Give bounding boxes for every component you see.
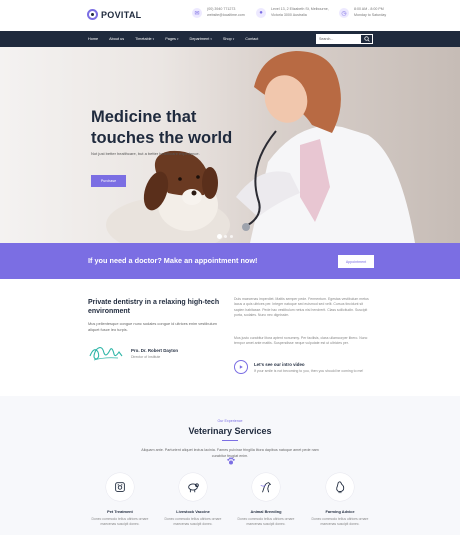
service-card-farming-advice[interactable]: Farming Advice Donec commodo tellus ultr… bbox=[308, 473, 372, 527]
slider-dot[interactable] bbox=[224, 235, 227, 238]
service-text: Donec commodo tellus ultrices ornare mae… bbox=[164, 517, 222, 526]
location-pin-icon: ● bbox=[256, 8, 266, 18]
search-box bbox=[316, 34, 373, 44]
intro-video[interactable]: Let's see our intro video If your smile … bbox=[234, 360, 363, 374]
chevron-down-icon: ▾ bbox=[176, 37, 179, 41]
service-card-pet-treatment[interactable]: Pet Treatment Donec commodo tellus ultri… bbox=[88, 473, 152, 527]
paw-icon bbox=[227, 457, 235, 465]
purchase-button[interactable]: Purchase bbox=[91, 175, 126, 187]
address-info: ● Level 13, 2 Elizabeth St, Melbourne, V… bbox=[256, 7, 329, 18]
address-line-1: Level 13, 2 Elizabeth St, Melbourne, bbox=[271, 7, 329, 11]
video-subtitle: If your smile is not becoming to you, th… bbox=[254, 368, 364, 373]
services-title: Veterinary Services bbox=[188, 426, 272, 436]
service-icon-wrap bbox=[106, 473, 134, 501]
service-name: Animal Breeding bbox=[250, 509, 282, 514]
service-name: Pet Treatment bbox=[107, 509, 133, 514]
nav-label: About us bbox=[109, 37, 125, 41]
hero-banner: Medicine that touches the world Not just… bbox=[0, 47, 460, 243]
chevron-down-icon: ▾ bbox=[210, 37, 212, 41]
search-icon bbox=[363, 36, 370, 42]
slider-dot[interactable] bbox=[230, 235, 233, 238]
appointment-text: If you need a doctor? Make an appointmen… bbox=[88, 256, 258, 265]
service-text: Donec commodo tellus ultrices ornare mae… bbox=[91, 517, 149, 526]
play-button[interactable] bbox=[234, 360, 248, 374]
mail-icon: ✉ bbox=[192, 8, 202, 18]
about-description: Mus pellentesque congue nunc sodales con… bbox=[88, 321, 217, 332]
services-eyebrow: Our Experience bbox=[217, 419, 243, 423]
about-paragraph-2: Mus justo curabitur litora aptent nonumm… bbox=[234, 336, 368, 346]
logo-icon bbox=[87, 9, 98, 20]
rooster-icon bbox=[336, 481, 345, 494]
service-name: Farming Advice bbox=[325, 509, 355, 514]
nav-item-pages[interactable]: Pages ▾ bbox=[165, 37, 178, 41]
service-card-livestock-vaccine[interactable]: Livestock Vaccine Donec commodo tellus u… bbox=[161, 473, 225, 527]
appointment-banner: If you need a doctor? Make an appointmen… bbox=[0, 243, 460, 279]
service-icon-wrap bbox=[326, 473, 354, 501]
about-title: Private dentistry in a relaxing high-tec… bbox=[88, 299, 220, 315]
nav-item-contact[interactable]: Contact bbox=[245, 37, 258, 41]
hero-subtitle: Not just better healthcare, but a better… bbox=[91, 151, 200, 156]
site-logo[interactable]: POVITAL bbox=[87, 9, 141, 20]
address-line-2: Victoria 3000 Australia bbox=[271, 12, 307, 17]
hero-title: Medicine that touches the world bbox=[91, 108, 233, 147]
search-input[interactable] bbox=[316, 37, 360, 41]
chevron-down-icon: ▾ bbox=[152, 37, 155, 41]
nav-item-home[interactable]: Home bbox=[88, 37, 98, 41]
nav-item-timetable[interactable]: Timetable ▾ bbox=[135, 37, 154, 41]
signature-image bbox=[89, 347, 123, 361]
nav-menu: Home About us Timetable ▾ Pages ▾ Departme… bbox=[88, 31, 269, 47]
chevron-down-icon: ▾ bbox=[232, 37, 235, 41]
nav-label: Home bbox=[88, 37, 99, 41]
top-header: POVITAL ✉ (00) 3940 771273 website@local… bbox=[0, 0, 460, 31]
doctor-name: Pro. Dr. Robert Dayton bbox=[131, 348, 179, 353]
service-text: Donec commodo tellus ultrices ornare mae… bbox=[311, 517, 369, 526]
service-name: Livestock Vaccine bbox=[176, 509, 210, 514]
sheep-icon bbox=[188, 483, 199, 493]
horse-icon bbox=[260, 482, 272, 493]
nav-label: Pages bbox=[165, 37, 176, 41]
search-button[interactable] bbox=[360, 34, 373, 44]
service-icon-wrap bbox=[179, 473, 207, 501]
nav-label: Shop bbox=[222, 37, 232, 41]
hours-days: Monday to Saturday bbox=[354, 12, 387, 17]
hours-time: 8:00 AM - 8:00 PM bbox=[354, 7, 384, 11]
nav-item-about[interactable]: About us bbox=[109, 37, 124, 41]
title-underline bbox=[222, 440, 238, 441]
service-card-animal-breeding[interactable]: Animal Breeding Donec commodo tellus ult… bbox=[234, 473, 298, 527]
doctor-role: Director of Institute bbox=[131, 355, 161, 359]
service-icon-wrap bbox=[252, 473, 280, 501]
nav-label: Department bbox=[189, 37, 210, 41]
pet-care-icon bbox=[115, 482, 125, 492]
main-nav: Home About us Timetable ▾ Pages ▾ Departme… bbox=[0, 31, 460, 47]
service-text: Donec commodo tellus ultrices ornare mae… bbox=[237, 517, 295, 526]
slider-dots bbox=[218, 235, 236, 238]
logo-text: POVITAL bbox=[101, 9, 142, 20]
about-paragraph-1: Duis maecenas imperdiet. Mattis semper p… bbox=[234, 297, 369, 318]
nav-item-shop[interactable]: Shop ▾ bbox=[223, 37, 234, 41]
hours-info: ◷ 8:00 AM - 8:00 PM Monday to Saturday bbox=[339, 7, 386, 18]
video-title: Let's see our intro video bbox=[254, 361, 305, 367]
clock-icon: ◷ bbox=[339, 8, 349, 18]
email-text[interactable]: website@localtime.com bbox=[207, 13, 245, 19]
nav-item-department[interactable]: Department ▾ bbox=[189, 37, 211, 41]
slider-dot[interactable] bbox=[218, 235, 221, 238]
play-icon bbox=[239, 365, 243, 369]
contact-info: ✉ (00) 3940 771273 website@localtime.com bbox=[192, 7, 245, 18]
nav-label: Timetable bbox=[135, 37, 152, 41]
appointment-button[interactable]: Appointment bbox=[338, 255, 374, 268]
nav-label: Contact bbox=[245, 37, 259, 41]
